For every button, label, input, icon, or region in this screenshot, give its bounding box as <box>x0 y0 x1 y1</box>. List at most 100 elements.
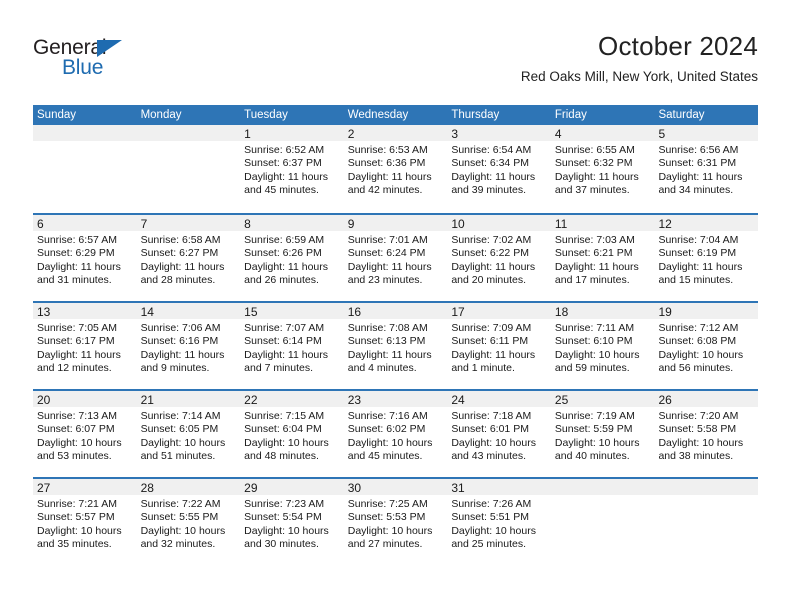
sunrise-text: Sunrise: 7:03 AM <box>554 234 635 246</box>
day-cell[interactable]: 22 Sunrise: 7:15 AM Sunset: 6:04 PM Dayl… <box>240 391 344 477</box>
day-cell[interactable]: 9 Sunrise: 7:01 AM Sunset: 6:24 PM Dayli… <box>343 215 448 301</box>
day-number: 26 <box>658 393 672 407</box>
page-header: General Blue October 2024 Red Oaks Mill,… <box>0 0 792 104</box>
day-number-band: 23 <box>343 391 448 407</box>
day-cell[interactable]: 26 Sunrise: 7:20 AM Sunset: 5:58 PM Dayl… <box>654 391 759 477</box>
sunrise-text: Sunrise: 7:14 AM <box>140 410 221 422</box>
daylight-text-line2: and 51 minutes. <box>140 450 216 463</box>
sunset-text: Sunset: 5:55 PM <box>140 511 219 524</box>
sunrise-text: Sunrise: 7:11 AM <box>554 322 635 334</box>
day-cell[interactable]: 31 Sunrise: 7:26 AM Sunset: 5:51 PM Dayl… <box>447 479 551 565</box>
logo-text-blue: Blue <box>62 56 104 79</box>
day-cell[interactable]: 14 Sunrise: 7:06 AM Sunset: 6:16 PM Dayl… <box>136 303 241 389</box>
calendar-page: General Blue October 2024 Red Oaks Mill,… <box>0 0 792 612</box>
day-cell[interactable] <box>136 125 241 213</box>
daylight-text-line2: and 32 minutes. <box>140 538 216 551</box>
day-cell[interactable]: 15 Sunrise: 7:07 AM Sunset: 6:14 PM Dayl… <box>240 303 344 389</box>
day-details: Sunrise: 6:53 AM Sunset: 6:36 PM Dayligh… <box>344 141 448 198</box>
day-cell[interactable]: 24 Sunrise: 7:18 AM Sunset: 6:01 PM Dayl… <box>447 391 551 477</box>
daylight-text-line2: and 23 minutes. <box>347 274 423 287</box>
sunset-text: Sunset: 6:11 PM <box>451 335 529 348</box>
day-number-band: 31 <box>447 479 551 495</box>
day-details: Sunrise: 7:19 AM Sunset: 5:59 PM Dayligh… <box>551 407 655 464</box>
day-cell[interactable]: 23 Sunrise: 7:16 AM Sunset: 6:02 PM Dayl… <box>343 391 448 477</box>
day-number: 27 <box>37 481 51 495</box>
day-cell[interactable]: 20 Sunrise: 7:13 AM Sunset: 6:07 PM Dayl… <box>33 391 137 477</box>
day-details: Sunrise: 7:18 AM Sunset: 6:01 PM Dayligh… <box>447 407 551 464</box>
day-details: Sunrise: 7:04 AM Sunset: 6:19 PM Dayligh… <box>654 231 758 288</box>
day-cell[interactable]: 10 Sunrise: 7:02 AM Sunset: 6:22 PM Dayl… <box>447 215 551 301</box>
day-number-band: 17 <box>447 303 551 319</box>
day-number: 14 <box>140 305 154 319</box>
day-cell[interactable]: 5 Sunrise: 6:56 AM Sunset: 6:31 PM Dayli… <box>654 125 759 213</box>
day-number: 3 <box>451 127 458 141</box>
day-cell[interactable]: 3 Sunrise: 6:54 AM Sunset: 6:34 PM Dayli… <box>447 125 551 213</box>
day-number-band: 7 <box>136 215 241 231</box>
day-cell[interactable]: 6 Sunrise: 6:57 AM Sunset: 6:29 PM Dayli… <box>33 215 137 301</box>
day-cell[interactable]: 17 Sunrise: 7:09 AM Sunset: 6:11 PM Dayl… <box>447 303 551 389</box>
day-cell[interactable]: 1 Sunrise: 6:52 AM Sunset: 6:37 PM Dayli… <box>240 125 344 213</box>
day-number-band: 14 <box>136 303 241 319</box>
daylight-text-line2: and 4 minutes. <box>347 362 417 375</box>
day-number-band: 13 <box>33 303 137 319</box>
day-number-band: 5 <box>654 125 759 141</box>
day-cell[interactable] <box>550 479 655 565</box>
day-cell[interactable]: 28 Sunrise: 7:22 AM Sunset: 5:55 PM Dayl… <box>136 479 241 565</box>
daylight-text-line2: and 20 minutes. <box>451 274 527 287</box>
sunrise-text: Sunrise: 7:04 AM <box>658 234 739 246</box>
day-cell[interactable]: 7 Sunrise: 6:58 AM Sunset: 6:27 PM Dayli… <box>136 215 241 301</box>
day-cell[interactable]: 30 Sunrise: 7:25 AM Sunset: 5:53 PM Dayl… <box>343 479 448 565</box>
day-cell[interactable]: 4 Sunrise: 6:55 AM Sunset: 6:32 PM Dayli… <box>550 125 655 213</box>
daylight-text-line2: and 31 minutes. <box>37 274 112 287</box>
day-cell[interactable]: 12 Sunrise: 7:04 AM Sunset: 6:19 PM Dayl… <box>654 215 759 301</box>
day-details: Sunrise: 7:14 AM Sunset: 6:05 PM Dayligh… <box>137 407 241 464</box>
day-cell[interactable]: 18 Sunrise: 7:11 AM Sunset: 6:10 PM Dayl… <box>550 303 655 389</box>
day-details: Sunrise: 6:58 AM Sunset: 6:27 PM Dayligh… <box>137 231 241 288</box>
daylight-text-line2: and 56 minutes. <box>658 362 734 375</box>
daylight-text-line2: and 39 minutes. <box>451 184 527 197</box>
daylight-text-line2: and 45 minutes. <box>347 450 423 463</box>
day-cell[interactable]: 25 Sunrise: 7:19 AM Sunset: 5:59 PM Dayl… <box>550 391 655 477</box>
day-number-band: 21 <box>136 391 241 407</box>
day-cell[interactable]: 8 Sunrise: 6:59 AM Sunset: 6:26 PM Dayli… <box>240 215 344 301</box>
day-cell[interactable]: 2 Sunrise: 6:53 AM Sunset: 6:36 PM Dayli… <box>343 125 448 213</box>
day-details: Sunrise: 6:56 AM Sunset: 6:31 PM Dayligh… <box>654 141 758 198</box>
day-cell[interactable]: 19 Sunrise: 7:12 AM Sunset: 6:08 PM Dayl… <box>654 303 759 389</box>
day-number: 31 <box>451 481 465 495</box>
sunset-text: Sunset: 6:36 PM <box>347 157 426 170</box>
triangle-icon <box>97 40 122 57</box>
day-cell[interactable] <box>654 479 759 565</box>
sunset-text: Sunset: 5:57 PM <box>37 511 115 524</box>
sunset-text: Sunset: 5:53 PM <box>347 511 426 524</box>
daylight-text-line1: Daylight: 11 hours <box>244 260 329 273</box>
day-cell[interactable] <box>33 125 137 213</box>
sunrise-text: Sunrise: 7:15 AM <box>244 410 325 422</box>
weekday-sunday: Sunday <box>37 109 77 121</box>
day-cell[interactable]: 29 Sunrise: 7:23 AM Sunset: 5:54 PM Dayl… <box>240 479 344 565</box>
day-details: Sunrise: 7:08 AM Sunset: 6:13 PM Dayligh… <box>344 319 448 376</box>
day-number: 1 <box>244 127 251 141</box>
day-number: 16 <box>347 305 362 319</box>
day-details: Sunrise: 7:23 AM Sunset: 5:54 PM Dayligh… <box>240 495 344 552</box>
sunset-text: Sunset: 6:22 PM <box>451 247 529 260</box>
day-number: 13 <box>37 305 51 319</box>
weekday-friday: Friday <box>554 109 587 121</box>
day-cell[interactable]: 11 Sunrise: 7:03 AM Sunset: 6:21 PM Dayl… <box>550 215 655 301</box>
day-number: 30 <box>347 481 362 495</box>
daylight-text-line1: Daylight: 11 hours <box>554 170 639 183</box>
sunrise-text: Sunrise: 6:59 AM <box>244 234 325 246</box>
day-details <box>551 495 655 498</box>
day-cell[interactable]: 13 Sunrise: 7:05 AM Sunset: 6:17 PM Dayl… <box>33 303 137 389</box>
day-cell[interactable]: 16 Sunrise: 7:08 AM Sunset: 6:13 PM Dayl… <box>343 303 448 389</box>
day-details: Sunrise: 6:59 AM Sunset: 6:26 PM Dayligh… <box>240 231 344 288</box>
day-number: 9 <box>347 217 355 231</box>
sunrise-text: Sunrise: 7:12 AM <box>658 322 739 334</box>
day-details: Sunrise: 7:07 AM Sunset: 6:14 PM Dayligh… <box>240 319 344 376</box>
sunrise-text: Sunrise: 6:54 AM <box>451 144 532 156</box>
weekday-tuesday: Tuesday <box>244 109 288 121</box>
day-number: 7 <box>140 217 148 231</box>
day-cell[interactable]: 27 Sunrise: 7:21 AM Sunset: 5:57 PM Dayl… <box>33 479 137 565</box>
sunrise-text: Sunrise: 7:07 AM <box>244 322 325 334</box>
day-cell[interactable]: 21 Sunrise: 7:14 AM Sunset: 6:05 PM Dayl… <box>136 391 241 477</box>
sunrise-text: Sunrise: 7:26 AM <box>451 498 532 510</box>
